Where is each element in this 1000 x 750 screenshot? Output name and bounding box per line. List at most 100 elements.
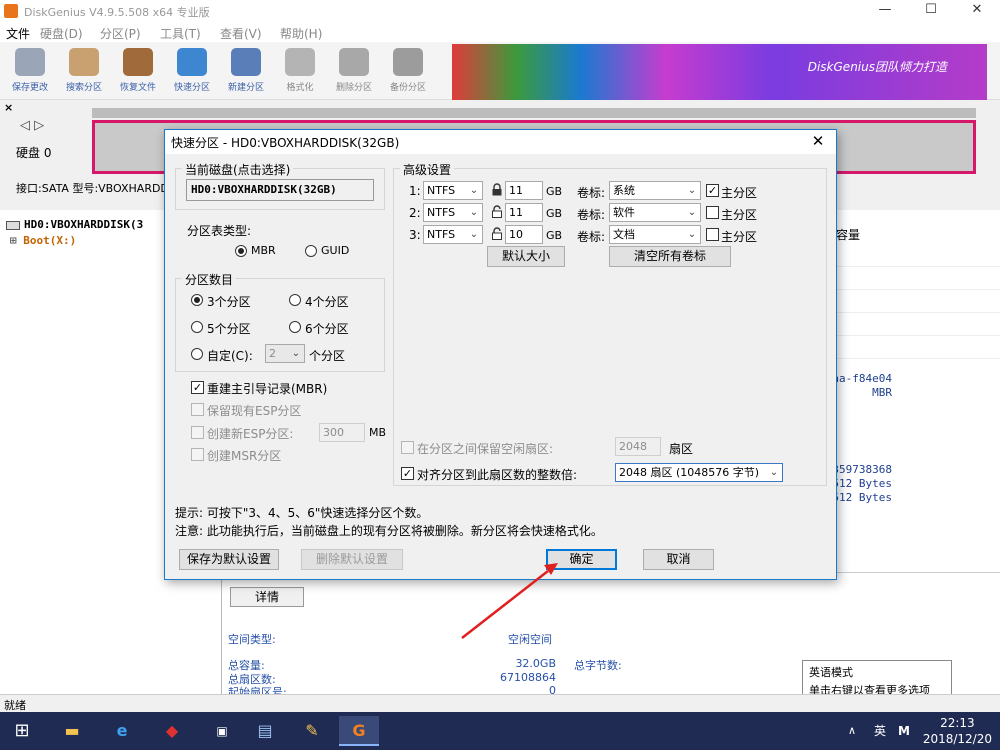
tree-node-partition[interactable]: ⊞ Boot(X:) [10, 234, 76, 247]
tree-node-disk[interactable]: HD0:VBOXHARDDISK(3 [6, 218, 143, 231]
partition-2-label-caption: 卷标: [577, 208, 606, 222]
quick-partition-icon [177, 48, 207, 76]
four-partitions-radio[interactable] [289, 294, 301, 306]
partition-3-primary-checkbox[interactable] [706, 228, 719, 241]
quick-partition-button[interactable]: 快速分区 [166, 48, 218, 98]
create-msr-label: 创建MSR分区 [207, 449, 282, 463]
align-sectors-select[interactable]: 2048 扇区 (1048576 字节) ⌄ [615, 463, 783, 482]
minimize-icon[interactable]: — [862, 0, 908, 22]
backup-partition-button[interactable]: 备份分区 [382, 48, 434, 98]
custom-partitions-radio[interactable] [191, 348, 203, 360]
clock-date: 2018/12/20 [922, 732, 992, 746]
partition-3-fs-select[interactable]: NTFS ⌄ [423, 225, 483, 244]
save-changes-button[interactable]: 保存更改 [4, 48, 56, 98]
esp-size-unit: MB [369, 426, 387, 439]
menu-file[interactable]: 文件 [6, 25, 30, 42]
total-sectors-value: 67108864 [500, 671, 556, 684]
delete-partition-button[interactable]: 删除分区 [328, 48, 380, 98]
partition-2-size-input[interactable]: 11 [505, 203, 543, 222]
partition-count-title: 分区数目 [182, 271, 237, 288]
partition-2-primary-label: 主分区 [721, 208, 758, 222]
three-partitions-radio[interactable] [191, 294, 203, 306]
menu-tools[interactable]: 工具(T) [160, 25, 201, 42]
save-default-button[interactable]: 保存为默认设置 [179, 549, 279, 570]
rebuild-mbr-checkbox[interactable]: ✓ [191, 381, 204, 394]
diamond-app-icon[interactable]: ◆ [152, 716, 192, 746]
partition-1-size-input[interactable]: 11 [505, 181, 543, 200]
partition-3-label-select[interactable]: 文档 ⌄ [609, 225, 701, 244]
chevron-down-icon: ⌄ [469, 185, 479, 196]
paint-app-icon[interactable]: ✎ [292, 716, 332, 746]
align-partitions-label: 对齐分区到此扇区数的整数倍: [417, 468, 578, 482]
format-button[interactable]: 格式化 [274, 48, 326, 98]
lock-closed-icon[interactable] [491, 183, 503, 196]
diskgenius-task-icon[interactable]: G [339, 716, 379, 746]
partition-1-primary-checkbox[interactable]: ✓ [706, 184, 719, 197]
five-partitions-radio[interactable] [191, 321, 203, 333]
partition-2-fs-select[interactable]: NTFS ⌄ [423, 203, 483, 222]
table-row [836, 290, 1000, 313]
trash-icon [339, 48, 369, 76]
maximize-icon[interactable]: ☐ [908, 0, 954, 22]
align-partitions-checkbox[interactable]: ✓ [401, 467, 414, 480]
partition-3-size-input[interactable]: 10 [505, 225, 543, 244]
edge-browser-icon[interactable]: e [102, 716, 142, 746]
partition-1-label-select[interactable]: 系统 ⌄ [609, 181, 701, 200]
custom-count-select[interactable]: 2 ⌄ [265, 344, 305, 363]
recover-files-button[interactable]: 恢复文件 [112, 48, 164, 98]
details-button[interactable]: 详情 [230, 587, 304, 607]
delete-default-button[interactable]: 删除默认设置 [301, 549, 403, 570]
keep-free-sectors-unit: 扇区 [669, 442, 694, 456]
backup-icon [393, 48, 423, 76]
tray-chevron-icon[interactable]: ∧ [848, 712, 856, 750]
six-partitions-radio[interactable] [289, 321, 301, 333]
terminal-icon[interactable]: ▣ [202, 716, 242, 746]
cancel-button[interactable]: 取消 [643, 549, 714, 570]
clock[interactable]: 22:13 2018/12/20 [923, 715, 992, 747]
keep-free-sectors-checkbox[interactable] [401, 441, 414, 454]
ad-banner[interactable]: DiskGenius团队倾力打造 [452, 44, 987, 100]
menubar: 文件 硬盘(D) 分区(P) 工具(T) 查看(V) 帮助(H) [0, 22, 1000, 42]
hint-text: 提示: 可按下"3、4、5、6"快速选择分区个数。 [175, 506, 429, 520]
warning-text: 注意: 此功能执行后，当前磁盘上的现有分区将被删除。新分区将会快速格式化。 [175, 524, 603, 538]
lock-open-icon[interactable] [491, 227, 503, 240]
taskbar: ⊞ ▬ e ◆ ▣ ▤ ✎ G ∧ 英 M 22:13 2018/12/20 [0, 712, 1000, 750]
format-icon [285, 48, 315, 76]
dialog-close-icon[interactable]: ✕ [800, 130, 836, 154]
three-partitions-label: 3个分区 [207, 295, 251, 309]
menu-partition[interactable]: 分区(P) [100, 25, 141, 42]
windows-start-icon[interactable]: ⊞ [2, 716, 42, 746]
total-bytes-label: 总字节数: [574, 659, 622, 672]
table-row [836, 336, 1000, 359]
menu-view[interactable]: 查看(V) [220, 25, 262, 42]
partition-2-label-select[interactable]: 软件 ⌄ [609, 203, 701, 222]
banner-text: DiskGenius团队倾力打造 [807, 60, 947, 74]
ime-indicator[interactable]: 英 [874, 712, 886, 750]
partition-2-primary-checkbox[interactable] [706, 206, 719, 219]
clear-labels-button[interactable]: 清空所有卷标 [609, 246, 731, 267]
new-partition-button[interactable]: 新建分区 [220, 48, 272, 98]
default-size-button[interactable]: 默认大小 [487, 246, 565, 267]
file-explorer-icon[interactable]: ▬ [52, 716, 92, 746]
create-msr-checkbox[interactable] [191, 448, 204, 461]
partition-1-index: 1: [409, 184, 421, 198]
network-app-icon[interactable]: ▤ [245, 716, 285, 746]
esp-size-input[interactable]: 300 [319, 423, 365, 442]
keep-esp-checkbox[interactable] [191, 403, 204, 416]
close-panel-icon[interactable]: × [4, 101, 13, 114]
partition-1-label-caption: 卷标: [577, 186, 606, 200]
lock-open-icon[interactable] [491, 205, 503, 218]
ok-button[interactable]: 确定 [546, 549, 617, 570]
current-disk-selector[interactable]: HD0:VBOXHARDDISK(32GB) [186, 179, 374, 201]
disk-nav-arrows-icon[interactable]: ◁ ▷ [20, 118, 44, 133]
create-esp-checkbox[interactable] [191, 426, 204, 439]
search-partition-button[interactable]: 搜索分区 [58, 48, 110, 98]
ime-mode-icon[interactable]: M [898, 712, 910, 750]
close-window-icon[interactable]: ✕ [954, 0, 1000, 22]
menu-help[interactable]: 帮助(H) [280, 25, 322, 42]
menu-disk[interactable]: 硬盘(D) [40, 25, 83, 42]
guid-radio[interactable] [305, 245, 317, 257]
partition-1-fs-select[interactable]: NTFS ⌄ [423, 181, 483, 200]
mbr-radio[interactable] [235, 245, 247, 257]
keep-free-sectors-input[interactable]: 2048 [615, 437, 661, 456]
